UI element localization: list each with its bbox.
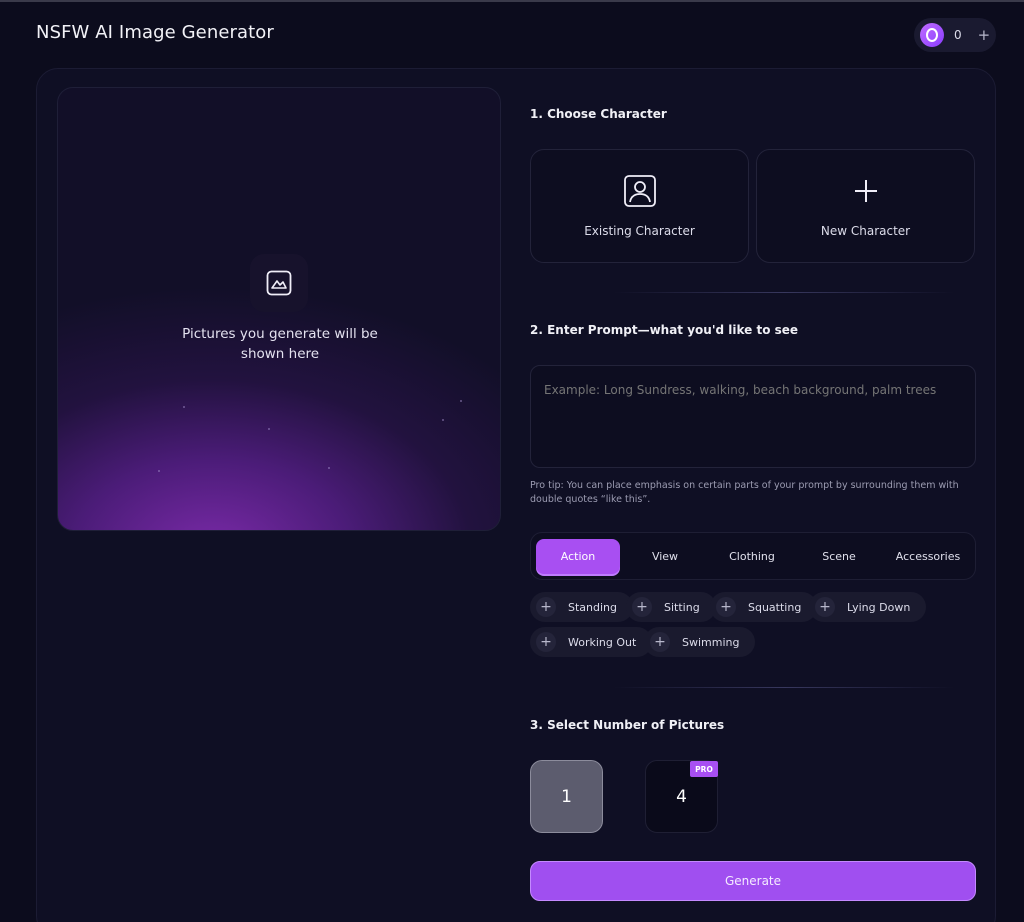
star-decoration	[328, 467, 330, 469]
plus-icon: +	[536, 597, 556, 617]
chip-label: Sitting	[664, 600, 700, 614]
chip-sitting[interactable]: + Sitting	[626, 592, 716, 622]
generate-button[interactable]: Generate	[530, 861, 976, 901]
chip-label: Lying Down	[847, 600, 911, 614]
chip-standing[interactable]: + Standing	[530, 592, 634, 622]
chip-squatting[interactable]: + Squatting	[710, 592, 818, 622]
pro-tip-text: Pro tip: You can place emphasis on certa…	[530, 480, 959, 505]
plus-icon: +	[632, 597, 652, 617]
user-portrait-icon	[623, 175, 656, 207]
chip-label: Swimming	[682, 635, 740, 649]
step2-title: 2. Enter Prompt—what you'd like to see	[530, 323, 799, 337]
existing-character-label: Existing Character	[584, 224, 695, 238]
plus-icon: +	[815, 597, 835, 617]
preview-placeholder-text: Pictures you generate will be shown here	[58, 324, 500, 364]
chip-label: Standing	[568, 600, 618, 614]
section-divider	[614, 687, 954, 688]
credits-widget[interactable]: 0 +	[914, 18, 996, 52]
step3-title: 3. Select Number of Pictures	[530, 718, 725, 732]
section-divider	[614, 292, 954, 293]
star-decoration	[442, 419, 444, 421]
star-decoration	[460, 400, 462, 402]
chip-working-out[interactable]: + Working Out	[530, 627, 653, 657]
star-decoration	[268, 428, 270, 430]
preview-line-2: shown here	[240, 346, 320, 362]
image-icon	[250, 254, 308, 312]
add-credits-button[interactable]: +	[978, 26, 991, 44]
count-option-1[interactable]: 1	[530, 760, 603, 833]
new-character-label: New Character	[820, 224, 911, 238]
chip-lying-down[interactable]: + Lying Down	[809, 592, 927, 622]
tab-scene[interactable]: Scene	[797, 539, 881, 574]
existing-character-card[interactable]: Existing Character	[530, 149, 749, 263]
chip-label: Working Out	[568, 635, 637, 649]
chip-swimming[interactable]: + Swimming	[644, 627, 756, 657]
pro-badge: PRO	[690, 761, 718, 777]
star-decoration	[183, 406, 185, 408]
plus-icon: +	[716, 597, 736, 617]
prompt-input[interactable]	[530, 365, 976, 468]
chip-label: Squatting	[748, 600, 802, 614]
credit-count: 0	[954, 28, 962, 42]
credit-coin-icon	[920, 23, 944, 47]
category-tabs: Action View Clothing Scene Accessories	[530, 532, 976, 580]
tab-view[interactable]: View	[623, 539, 707, 574]
tab-accessories[interactable]: Accessories	[884, 539, 972, 574]
preview-line-1: Pictures you generate will be	[182, 326, 378, 342]
star-decoration	[158, 470, 160, 472]
app-title: NSFW AI Image Generator	[36, 22, 274, 43]
tab-clothing[interactable]: Clothing	[710, 539, 794, 574]
image-preview-area: Pictures you generate will be shown here	[57, 87, 501, 531]
tab-action[interactable]: Action	[536, 539, 620, 574]
plus-icon: +	[650, 632, 670, 652]
plus-icon	[854, 180, 877, 202]
plus-icon: +	[536, 632, 556, 652]
new-character-card[interactable]: New Character	[756, 149, 975, 263]
step1-title: 1. Choose Character	[530, 107, 667, 121]
